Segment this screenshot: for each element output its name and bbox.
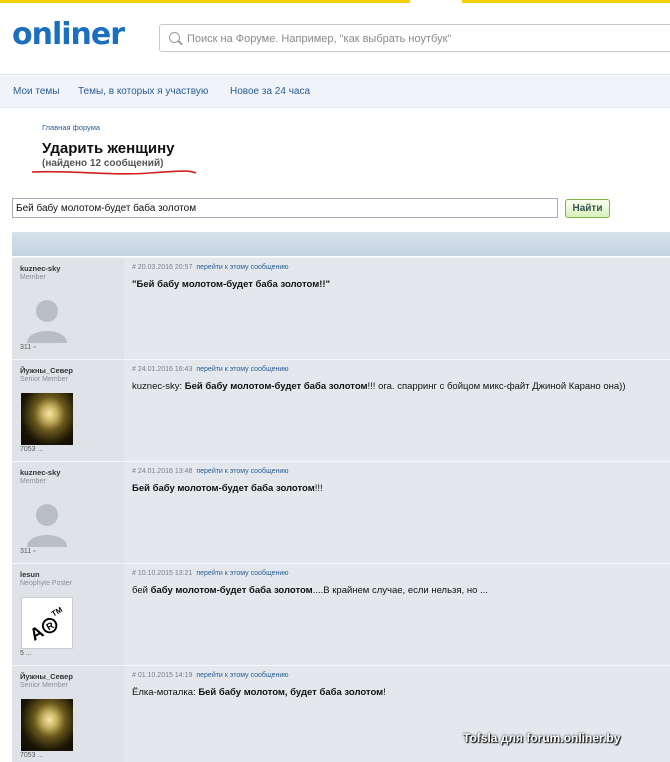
post-meta: # 10.10.2015 13:21 перейти к этому сообще… — [132, 570, 289, 577]
post-author-panel: Йужны_Север Senior Member 7053 ... — [12, 360, 124, 461]
post-author-panel: kuznec-sky Member 311 ▫ — [12, 258, 124, 359]
search-result-post: Йужны_Север Senior Member 7053 ... # 24.… — [12, 359, 670, 461]
post-author-panel: Йужны_Север Senior Member 7053 ... — [12, 666, 124, 762]
highlighted-match: Бей бабу молотом-будет баба золотом — [132, 483, 315, 494]
forum-search-input[interactable] — [187, 30, 667, 47]
find-button[interactable]: Найти — [565, 199, 610, 218]
search-result-post: kuznec-sky Member 311 ▫ # 24.01.2016 13:… — [12, 461, 670, 563]
site-header: onliner — [0, 3, 670, 75]
post-date: # 01.10.2015 14:19 — [132, 672, 193, 679]
post-date: # 24.01.2016 13:48 — [132, 468, 193, 475]
forum-subnav: Мои темы Темы, в которых я участвую Ново… — [0, 76, 670, 108]
nav-new-24h[interactable]: Новое за 24 часа — [230, 86, 310, 97]
breadcrumb[interactable]: Главная форума — [42, 123, 100, 132]
user-avatar[interactable] — [21, 699, 73, 751]
forum-search-box[interactable] — [159, 24, 670, 52]
onliner-logo[interactable]: onliner — [12, 17, 125, 52]
author-name[interactable]: kuznec-sky — [20, 264, 60, 273]
post-meta: # 24.01.2016 16:43 перейти к этому сообще… — [132, 366, 289, 373]
goto-post-link[interactable]: перейти к этому сообщению — [196, 570, 288, 577]
author-name[interactable]: kuznec-sky — [20, 468, 60, 477]
post-text: бей бабу молотом-будет баба золотом....В… — [132, 585, 488, 596]
default-avatar-icon[interactable] — [21, 495, 73, 547]
results-table-header — [12, 232, 670, 256]
post-count: 311 ▫ — [20, 344, 36, 351]
nav-participating-topics[interactable]: Темы, в которых я участвую — [78, 86, 208, 97]
post-meta: # 20.03.2016 20:57 перейти к этому сообще… — [132, 264, 289, 271]
goto-post-link[interactable]: перейти к этому сообщению — [196, 366, 288, 373]
goto-post-link[interactable]: перейти к этому сообщению — [196, 468, 288, 475]
search-result-post: lesun Neophyte Poster A R TM 5 ... # 10.… — [12, 563, 670, 665]
post-text: Бей бабу молотом-будет баба золотом!!! — [132, 483, 323, 494]
goto-post-link[interactable]: перейти к этому сообщению — [196, 672, 288, 679]
highlighted-match: Бей бабу молотом, будет баба золотом — [198, 687, 384, 698]
author-rank: Member — [20, 478, 46, 485]
post-count: 7053 ... — [20, 446, 44, 453]
post-date: # 20.03.2016 20:57 — [132, 264, 193, 271]
author-name[interactable]: lesun — [20, 570, 40, 579]
watermark: Tofsla для forum.onliner.by — [463, 731, 621, 745]
post-text: kuznec-sky: Бей бабу молотом-будет баба … — [132, 381, 626, 392]
goto-post-link[interactable]: перейти к этому сообщению — [196, 264, 288, 271]
search-query-input[interactable] — [12, 198, 558, 218]
post-count: 311 ▫ — [20, 548, 36, 555]
post-meta: # 01.10.2015 14:19 перейти к этому сообще… — [132, 672, 289, 679]
post-author-panel: kuznec-sky Member 311 ▫ — [12, 462, 124, 563]
author-rank: Senior Member — [20, 682, 68, 689]
author-rank: Neophyte Poster — [20, 580, 73, 587]
author-name[interactable]: Йужны_Север — [20, 366, 73, 375]
post-author-panel: lesun Neophyte Poster A R TM 5 ... — [12, 564, 124, 665]
author-name[interactable]: Йужны_Север — [20, 672, 73, 681]
page-title: Ударить женщину — [42, 140, 175, 157]
highlighted-match: Бей бабу молотом-будет баба золотом — [184, 381, 368, 392]
user-avatar[interactable] — [21, 393, 73, 445]
artm-logo-avatar[interactable]: A R TM — [21, 597, 73, 649]
post-text: Ёлка-моталка: Бей бабу молотом, будет ба… — [132, 687, 386, 698]
search-result-post: Йужны_Север Senior Member 7053 ... # 01.… — [12, 665, 670, 762]
red-underline-annotation — [31, 170, 197, 175]
post-count: 7053 ... — [20, 752, 44, 759]
author-rank: Senior Member — [20, 376, 68, 383]
post-date: # 10.10.2015 13:21 — [132, 570, 193, 577]
highlighted-match: "Бей бабу молотом-будет баба золотом!!" — [132, 279, 331, 290]
author-rank: Member — [20, 274, 46, 281]
post-meta: # 24.01.2016 13:48 перейти к этому сообще… — [132, 468, 289, 475]
post-count: 5 ... — [20, 650, 32, 657]
highlighted-match: бабу молотом-будет баба золотом — [150, 585, 313, 596]
svg-text:TM: TM — [50, 605, 64, 618]
search-result-post: kuznec-sky Member 311 ▫ # 20.03.2016 20:… — [12, 257, 670, 359]
post-text: "Бей бабу молотом-будет баба золотом!!" — [132, 279, 330, 290]
search-icon — [169, 32, 180, 43]
post-date: # 24.01.2016 16:43 — [132, 366, 193, 373]
nav-my-topics[interactable]: Мои темы — [13, 86, 59, 97]
default-avatar-icon[interactable] — [21, 291, 73, 343]
